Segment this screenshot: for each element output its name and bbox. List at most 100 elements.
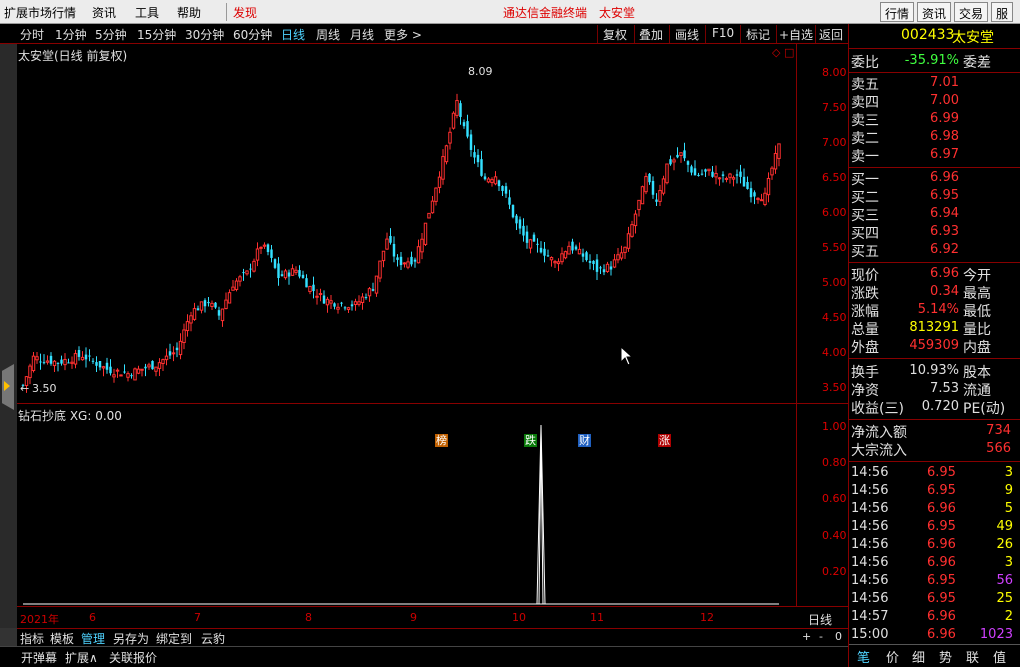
candle xyxy=(45,360,50,363)
candle xyxy=(770,167,774,176)
candle xyxy=(466,121,469,137)
f10-button[interactable]: F10 xyxy=(712,26,734,40)
stat2-label-0: 换手 xyxy=(851,365,879,381)
divider xyxy=(849,48,1020,49)
news-button[interactable]: 资讯 xyxy=(917,2,952,22)
tf-1min[interactable]: 1分钟 xyxy=(55,26,87,43)
chart-area[interactable]: 太安堂(日线 前复权) ◇ □ 8.00 7.50 7.00 6.50 6.00… xyxy=(17,44,848,628)
candle xyxy=(389,235,392,243)
tick-row: 14:56 6.95 9 xyxy=(849,483,1020,501)
tick-time: 14:56 xyxy=(851,591,889,606)
extend-toggle[interactable]: 扩展∧ xyxy=(65,649,98,666)
candle xyxy=(287,272,291,277)
tick-volume: 2 xyxy=(1004,609,1013,624)
tf-30min[interactable]: 30分钟 xyxy=(185,26,224,43)
adjust-button[interactable]: 复权 xyxy=(603,26,627,43)
candle xyxy=(189,315,193,324)
tab-cloud[interactable]: 云豹 xyxy=(201,630,225,647)
divider xyxy=(849,167,1020,168)
tick-row: 14:56 6.96 3 xyxy=(849,555,1020,573)
x-label-7: 7 xyxy=(194,611,201,624)
event-rank-badge[interactable]: 榜 xyxy=(435,434,448,447)
menu-news[interactable]: 资讯 xyxy=(92,4,116,21)
candle xyxy=(476,154,480,163)
tab-price[interactable]: 价 xyxy=(886,647,899,666)
tf-more[interactable]: 更多 > xyxy=(384,26,422,43)
tf-daily[interactable]: 日线 xyxy=(281,26,305,43)
tf-intraday[interactable]: 分时 xyxy=(20,26,44,43)
stat2-value-0: 10.93% xyxy=(909,363,959,378)
tab-linked[interactable]: 联 xyxy=(966,647,979,666)
event-drop-badge[interactable]: 跌 xyxy=(524,434,537,447)
candle xyxy=(406,261,410,268)
candle xyxy=(605,263,610,273)
candle xyxy=(140,368,144,371)
tick-time: 14:56 xyxy=(851,465,889,480)
candle xyxy=(80,356,85,361)
draw-line-button[interactable]: 画线 xyxy=(675,26,699,43)
bid4-price: 6.93 xyxy=(930,224,959,239)
service-button[interactable]: 服 xyxy=(991,2,1014,22)
stat-label-4: 外盘 xyxy=(851,340,879,356)
x-label-10: 10 xyxy=(512,611,526,624)
bid5-label: 买五 xyxy=(851,244,879,260)
candle xyxy=(220,308,225,322)
menu-discover[interactable]: 发现 xyxy=(233,4,257,21)
candle xyxy=(518,219,522,229)
ask2-price: 6.98 xyxy=(930,129,959,144)
zoom-in-button[interactable]: + xyxy=(802,630,811,643)
candle xyxy=(759,199,764,202)
menu-extended-market[interactable]: 扩展市场行情 xyxy=(4,4,76,21)
candle xyxy=(84,354,88,360)
back-button[interactable]: 返回 xyxy=(819,26,843,43)
menu-tools[interactable]: 工具 xyxy=(135,4,159,21)
candle xyxy=(322,295,326,304)
weibi-label: 委比 xyxy=(851,55,879,71)
candle xyxy=(101,366,106,369)
tab-tick[interactable]: 笔 xyxy=(857,647,870,666)
ask5-label: 卖五 xyxy=(851,77,879,93)
candle xyxy=(672,159,676,163)
zoom-reset-button[interactable]: 0 xyxy=(835,630,842,643)
tab-save-as[interactable]: 另存为 xyxy=(113,630,149,647)
tick-time: 14:56 xyxy=(851,573,889,588)
candle xyxy=(515,215,518,224)
tab-value[interactable]: 值 xyxy=(993,647,1006,666)
candle xyxy=(385,238,389,250)
tf-monthly[interactable]: 月线 xyxy=(350,26,374,43)
overlay-button[interactable]: 叠加 xyxy=(639,26,663,43)
candle xyxy=(697,174,700,176)
zoom-out-button[interactable]: - xyxy=(819,630,823,643)
expand-arrow-icon[interactable] xyxy=(4,381,10,391)
related-quotes[interactable]: 关联报价 xyxy=(109,649,157,666)
candle xyxy=(536,243,539,245)
candle xyxy=(637,199,641,211)
candle xyxy=(707,168,711,172)
candle xyxy=(88,355,91,357)
tf-5min[interactable]: 5分钟 xyxy=(95,26,127,43)
divider xyxy=(849,358,1020,359)
candle xyxy=(619,252,624,259)
toolbar-divider xyxy=(705,25,706,43)
tab-manage[interactable]: 管理 xyxy=(81,630,105,647)
event-rise-badge[interactable]: 涨 xyxy=(658,434,671,447)
quote-button[interactable]: 行情 xyxy=(880,2,915,22)
candle xyxy=(203,300,207,307)
menu-help[interactable]: 帮助 xyxy=(177,4,201,21)
tf-60min[interactable]: 60分钟 xyxy=(233,26,272,43)
event-finance-badge[interactable]: 财 xyxy=(578,434,591,447)
tab-indicator[interactable]: 指标 xyxy=(20,630,44,647)
tab-trend[interactable]: 势 xyxy=(939,647,952,666)
tab-bind-to[interactable]: 绑定到 xyxy=(156,630,192,647)
danmaku-toggle[interactable]: 开弹幕 xyxy=(21,649,57,666)
toolbar-divider xyxy=(634,25,635,43)
tf-weekly[interactable]: 周线 xyxy=(316,26,340,43)
tab-template[interactable]: 模板 xyxy=(50,630,74,647)
tab-detail[interactable]: 细 xyxy=(912,647,925,666)
candle xyxy=(277,263,280,279)
trade-button[interactable]: 交易 xyxy=(954,2,989,22)
candle xyxy=(539,247,543,253)
tf-15min[interactable]: 15分钟 xyxy=(137,26,176,43)
add-watchlist-button[interactable]: +自选 xyxy=(779,26,813,43)
mark-button[interactable]: 标记 xyxy=(746,26,770,43)
